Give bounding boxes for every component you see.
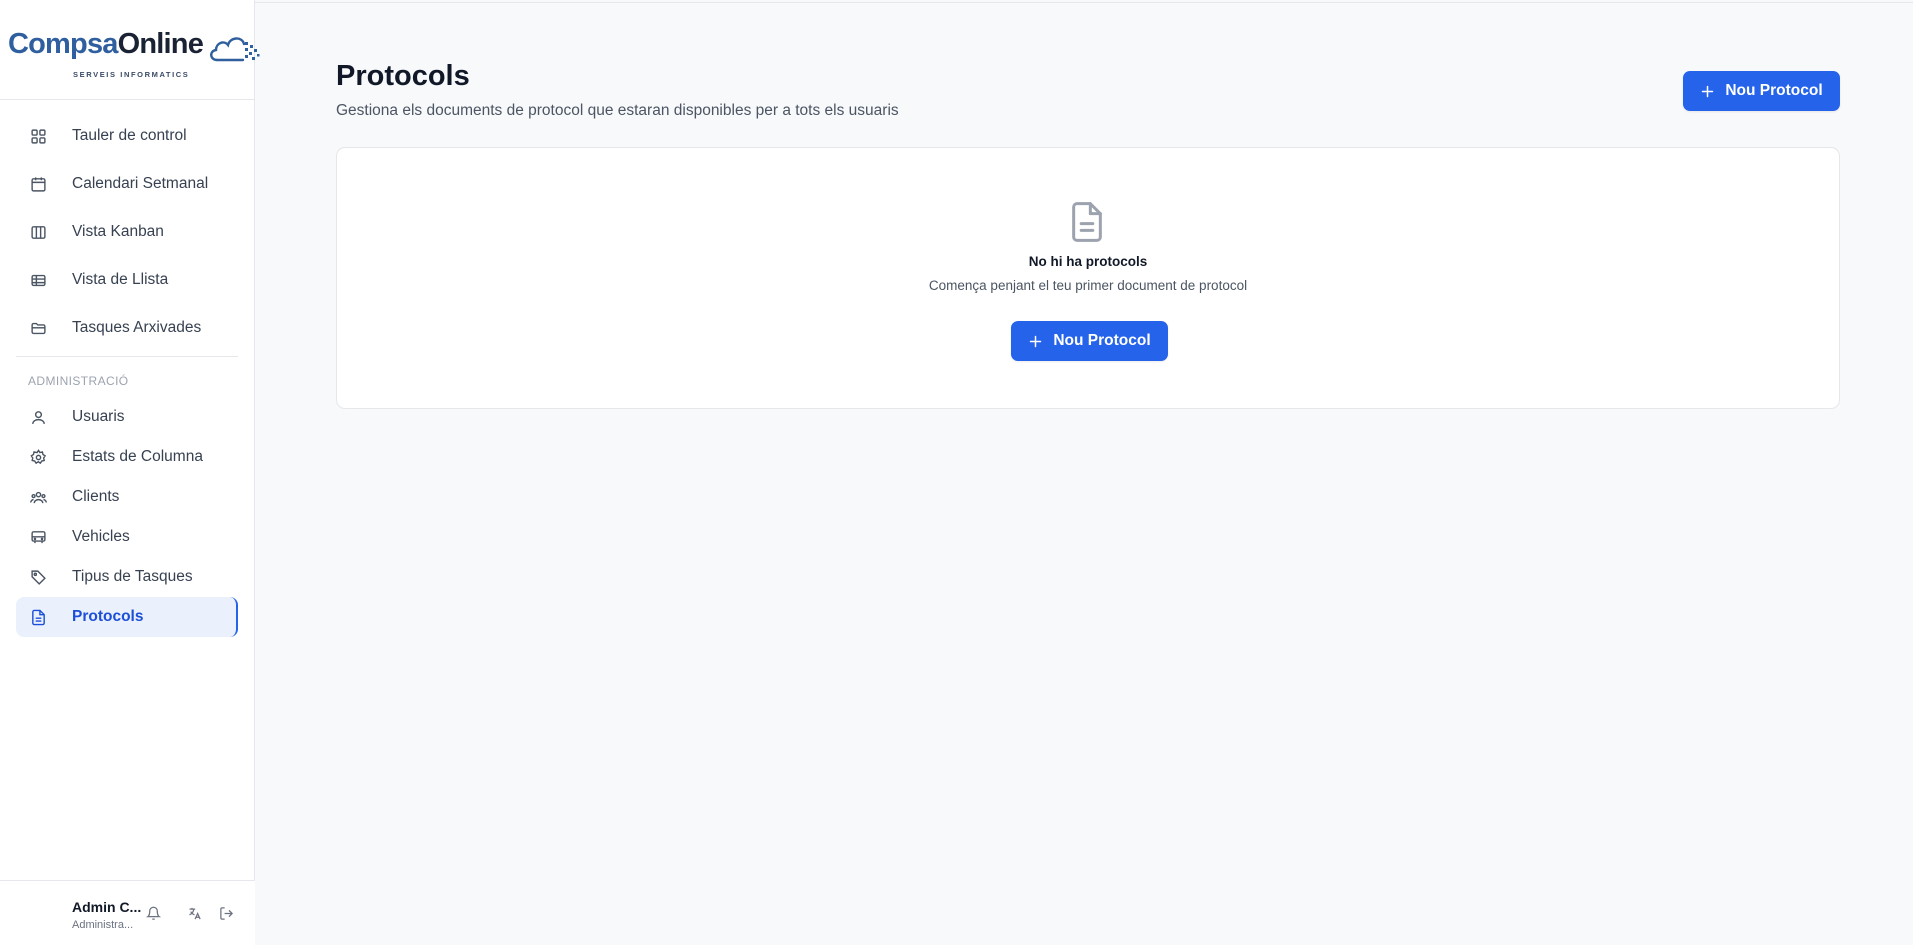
sidebar-item-label: Calendari Setmanal	[72, 175, 209, 192]
empty-state-title: No hi ha protocols	[1028, 254, 1148, 269]
protocols-card: No hi ha protocols Comença penjant el te…	[336, 147, 1840, 409]
sidebar-footer: Admin C... Administra...	[0, 880, 255, 945]
brand-logo[interactable]: CompsaOnline SERVEIS INFORMATICS	[8, 28, 260, 79]
sidebar-item-label: Protocols	[72, 608, 144, 625]
sidebar-item-protocols[interactable]: Protocols	[16, 597, 238, 637]
sidebar-item-label: Tipus de Tasques	[72, 568, 193, 585]
logo-divider	[0, 99, 255, 100]
users-icon	[28, 487, 48, 507]
folder-icon	[28, 318, 48, 338]
table-icon	[28, 270, 48, 290]
brand-name-part2: Online	[117, 28, 204, 60]
admin-section-label: ADMINISTRACIÓ	[28, 374, 129, 388]
brand-name: CompsaOnline SERVEIS INFORMATICS	[8, 28, 204, 79]
user-role: Administra...	[72, 919, 134, 931]
top-border	[0, 0, 1913, 3]
page-subtitle: Gestiona els documents de protocol que e…	[336, 102, 899, 119]
new-protocol-button[interactable]: Nou Protocol	[1683, 71, 1840, 111]
file-text-icon	[28, 607, 48, 627]
plus-icon	[1028, 334, 1043, 349]
sidebar-item-label: Tauler de control	[72, 127, 187, 144]
sidebar-item-vehicles[interactable]: Vehicles	[16, 517, 238, 557]
sidebar-item-label: Vista de Llista	[72, 271, 169, 288]
user-name[interactable]: Admin C...	[72, 899, 141, 915]
sidebar-item-archived-tasks[interactable]: Tasques Arxivades	[16, 308, 238, 348]
sidebar-item-kanban[interactable]: Vista Kanban	[16, 212, 238, 252]
sidebar-item-users[interactable]: Usuaris	[16, 397, 238, 437]
bus-icon	[28, 527, 48, 547]
sidebar-item-column-states[interactable]: Estats de Columna	[16, 437, 238, 477]
bell-icon[interactable]	[144, 904, 162, 922]
calendar-icon	[28, 174, 48, 194]
sidebar-item-label: Clients	[72, 488, 120, 505]
sidebar: CompsaOnline SERVEIS INFORMATICS Tauler …	[0, 0, 260, 945]
logout-icon[interactable]	[217, 904, 235, 922]
brand-name-part1: Compsa	[8, 28, 118, 60]
sidebar-item-label: Usuaris	[72, 408, 125, 425]
plus-icon	[1700, 84, 1715, 99]
tag-icon	[28, 567, 48, 587]
nav-divider	[16, 356, 238, 357]
user-icon	[28, 407, 48, 427]
new-protocol-button-label: Nou Protocol	[1725, 82, 1823, 99]
sidebar-item-label: Estats de Columna	[72, 448, 203, 465]
page-title: Protocols	[336, 60, 470, 92]
sidebar-item-weekly-calendar[interactable]: Calendari Setmanal	[16, 164, 238, 204]
columns-icon	[28, 222, 48, 242]
cloud-icon	[207, 32, 261, 69]
sidebar-item-dashboard[interactable]: Tauler de control	[16, 116, 238, 156]
gear-icon	[28, 447, 48, 467]
grid-icon	[28, 126, 48, 146]
sidebar-item-label: Vista Kanban	[72, 223, 164, 240]
translate-icon[interactable]	[185, 904, 203, 922]
document-icon	[1067, 200, 1107, 244]
sidebar-item-label: Tasques Arxivades	[72, 319, 202, 336]
sidebar-item-label: Vehicles	[72, 528, 130, 545]
empty-state-button-label: Nou Protocol	[1053, 332, 1151, 349]
sidebar-item-task-types[interactable]: Tipus de Tasques	[16, 557, 238, 597]
empty-state-new-protocol-button[interactable]: Nou Protocol	[1011, 321, 1168, 361]
empty-state-subtitle: Comença penjant el teu primer document d…	[928, 278, 1248, 293]
sidebar-item-clients[interactable]: Clients	[16, 477, 238, 517]
brand-tagline: SERVEIS INFORMATICS	[73, 70, 190, 79]
sidebar-item-list[interactable]: Vista de Llista	[16, 260, 238, 300]
